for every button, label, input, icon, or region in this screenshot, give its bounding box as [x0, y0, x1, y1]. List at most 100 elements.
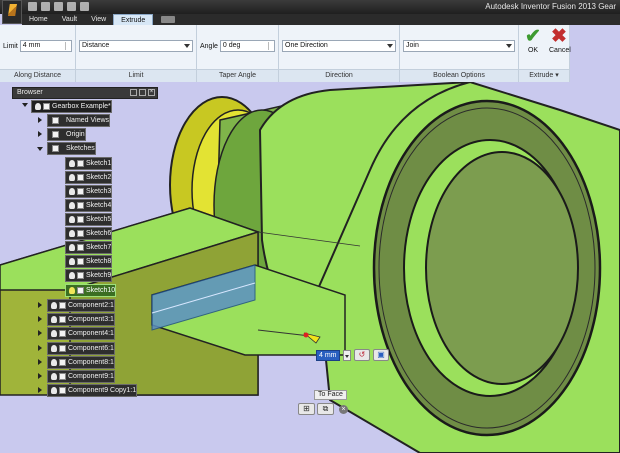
component-icon	[59, 302, 66, 309]
app-menu-button[interactable]	[2, 0, 22, 24]
tree-sketch[interactable]: Sketch3	[65, 185, 113, 198]
restore-icon[interactable]	[139, 89, 146, 96]
tree-sketch[interactable]: Sketch8	[65, 255, 113, 268]
panel-label-limit: Limit	[76, 69, 196, 82]
expander-root[interactable]	[22, 103, 28, 107]
expander-component[interactable]	[38, 330, 42, 336]
face-select-icon: ⊞	[303, 404, 310, 413]
expander-named-views[interactable]	[38, 117, 42, 123]
tree-sketch[interactable]: Sketch5	[65, 213, 113, 226]
window-title: Autodesk Inventor Fusion 2013 Gear	[485, 2, 616, 11]
tree-sketch[interactable]: Sketch2	[65, 171, 113, 184]
tab-home[interactable]: Home	[22, 14, 55, 25]
close-icon[interactable]: ×	[339, 404, 348, 414]
component-icon	[59, 330, 66, 337]
new-icon[interactable]	[28, 2, 37, 11]
browser-title: Browser	[17, 89, 43, 96]
tree-component[interactable]: Component9:1	[47, 370, 115, 383]
limit-value-input[interactable]: 4 mm	[19, 40, 72, 52]
lightbulb-icon[interactable]	[69, 202, 75, 209]
lightbulb-icon[interactable]	[69, 287, 75, 294]
tree-component[interactable]: Component8:1	[47, 356, 115, 369]
lightbulb-icon[interactable]	[69, 244, 75, 251]
lightbulb-icon[interactable]	[69, 160, 75, 167]
lightbulb-icon[interactable]	[69, 272, 75, 279]
lightbulb-icon[interactable]	[69, 174, 75, 181]
tree-sketch[interactable]: Sketch9	[65, 269, 113, 282]
cancel-button[interactable]: ✖ Cancel	[549, 27, 571, 55]
panel-limit: Distance Limit	[76, 25, 197, 82]
expander-component[interactable]	[38, 302, 42, 308]
lightbulb-icon[interactable]	[51, 359, 57, 366]
panel-taper-angle: Angle 0 deg Taper Angle	[197, 25, 279, 82]
boolean-select[interactable]: Join	[403, 40, 515, 52]
lightbulb-icon[interactable]	[51, 302, 57, 309]
to-face-label: To Face	[314, 390, 347, 400]
lightbulb-icon[interactable]	[51, 316, 57, 323]
tree-component[interactable]: Component4:1	[47, 327, 115, 340]
spinner-icon[interactable]	[65, 42, 70, 50]
limit-label: Limit	[3, 42, 18, 50]
tree-folder-origin[interactable]: Origin	[47, 128, 86, 141]
pin-icon[interactable]	[130, 89, 137, 96]
tree-sketch[interactable]: Sketch4	[65, 199, 113, 212]
chevron-down-icon	[184, 44, 190, 48]
tab-extrude[interactable]: Extrude	[113, 14, 154, 25]
drag-handle[interactable]	[303, 332, 309, 338]
expander-component[interactable]	[38, 316, 42, 322]
limit-type-select[interactable]: Distance	[79, 40, 193, 52]
redo-icon[interactable]	[80, 2, 89, 11]
tree-folder-named-views[interactable]: Named Views	[47, 114, 111, 127]
component-icon	[59, 316, 66, 323]
flip-direction-button[interactable]: ↺	[354, 349, 370, 361]
tab-view[interactable]: View	[84, 14, 113, 25]
tree-sketch[interactable]: Sketch7	[65, 241, 113, 254]
chevron-down-icon	[387, 44, 393, 48]
lightbulb-icon[interactable]	[69, 216, 75, 223]
lightbulb-icon[interactable]	[51, 373, 57, 380]
expander-component[interactable]	[38, 359, 42, 365]
direction-select[interactable]: One Direction	[282, 40, 396, 52]
lightbulb-icon[interactable]	[69, 188, 75, 195]
expander-component[interactable]	[38, 387, 42, 393]
assembly-icon	[43, 103, 50, 110]
browser-panel-header[interactable]: Browser ×	[12, 87, 158, 99]
lightbulb-icon[interactable]	[51, 387, 57, 394]
ribbon-options-icon[interactable]	[161, 16, 176, 23]
tree-sketch-selected[interactable]: Sketch10	[65, 284, 117, 297]
lightbulb-icon[interactable]	[51, 345, 57, 352]
to-face-option-button[interactable]: ⧉	[317, 403, 334, 415]
angle-value-input[interactable]: 0 deg	[219, 40, 275, 52]
to-face-button[interactable]: ⊞	[298, 403, 315, 415]
ok-button[interactable]: ✔ OK	[523, 27, 543, 55]
expander-origin[interactable]	[38, 131, 42, 137]
sketch-icon	[77, 174, 84, 181]
spinner-icon[interactable]	[268, 42, 273, 50]
tree-folder-sketches[interactable]: Sketches	[47, 142, 96, 155]
tab-vault[interactable]: Vault	[55, 14, 84, 25]
lightbulb-icon[interactable]	[69, 258, 75, 265]
lightbulb-icon[interactable]	[35, 103, 41, 110]
lightbulb-icon[interactable]	[69, 230, 75, 237]
tree-root[interactable]: Gearbox Example*	[31, 100, 112, 113]
tree-component[interactable]: Component2:1	[47, 299, 115, 312]
lightbulb-icon[interactable]	[51, 330, 57, 337]
close-icon[interactable]: ×	[148, 89, 155, 96]
dropdown-arrow-icon[interactable]: ▾	[555, 72, 559, 79]
expander-component[interactable]	[38, 345, 42, 351]
save-icon[interactable]	[54, 2, 63, 11]
open-icon[interactable]	[41, 2, 50, 11]
expander-component[interactable]	[38, 373, 42, 379]
panel-label-taper-angle: Taper Angle	[197, 69, 278, 82]
tree-sketch[interactable]: Sketch1	[65, 157, 113, 170]
tree-component[interactable]: Component3:1	[47, 313, 115, 326]
tree-sketch[interactable]: Sketch6	[65, 227, 113, 240]
distance-input[interactable]: 4 mm	[316, 349, 340, 361]
tree-component[interactable]: Component9 Copy1:1	[47, 384, 138, 397]
expander-sketches[interactable]	[37, 147, 43, 151]
tree-component[interactable]: Component6:1	[47, 342, 115, 355]
apply-button[interactable]: ▣	[373, 349, 389, 361]
undo-icon[interactable]	[67, 2, 76, 11]
distance-dropdown[interactable]	[343, 349, 351, 361]
panel-label-extrude: Extrude ▾	[519, 69, 569, 82]
